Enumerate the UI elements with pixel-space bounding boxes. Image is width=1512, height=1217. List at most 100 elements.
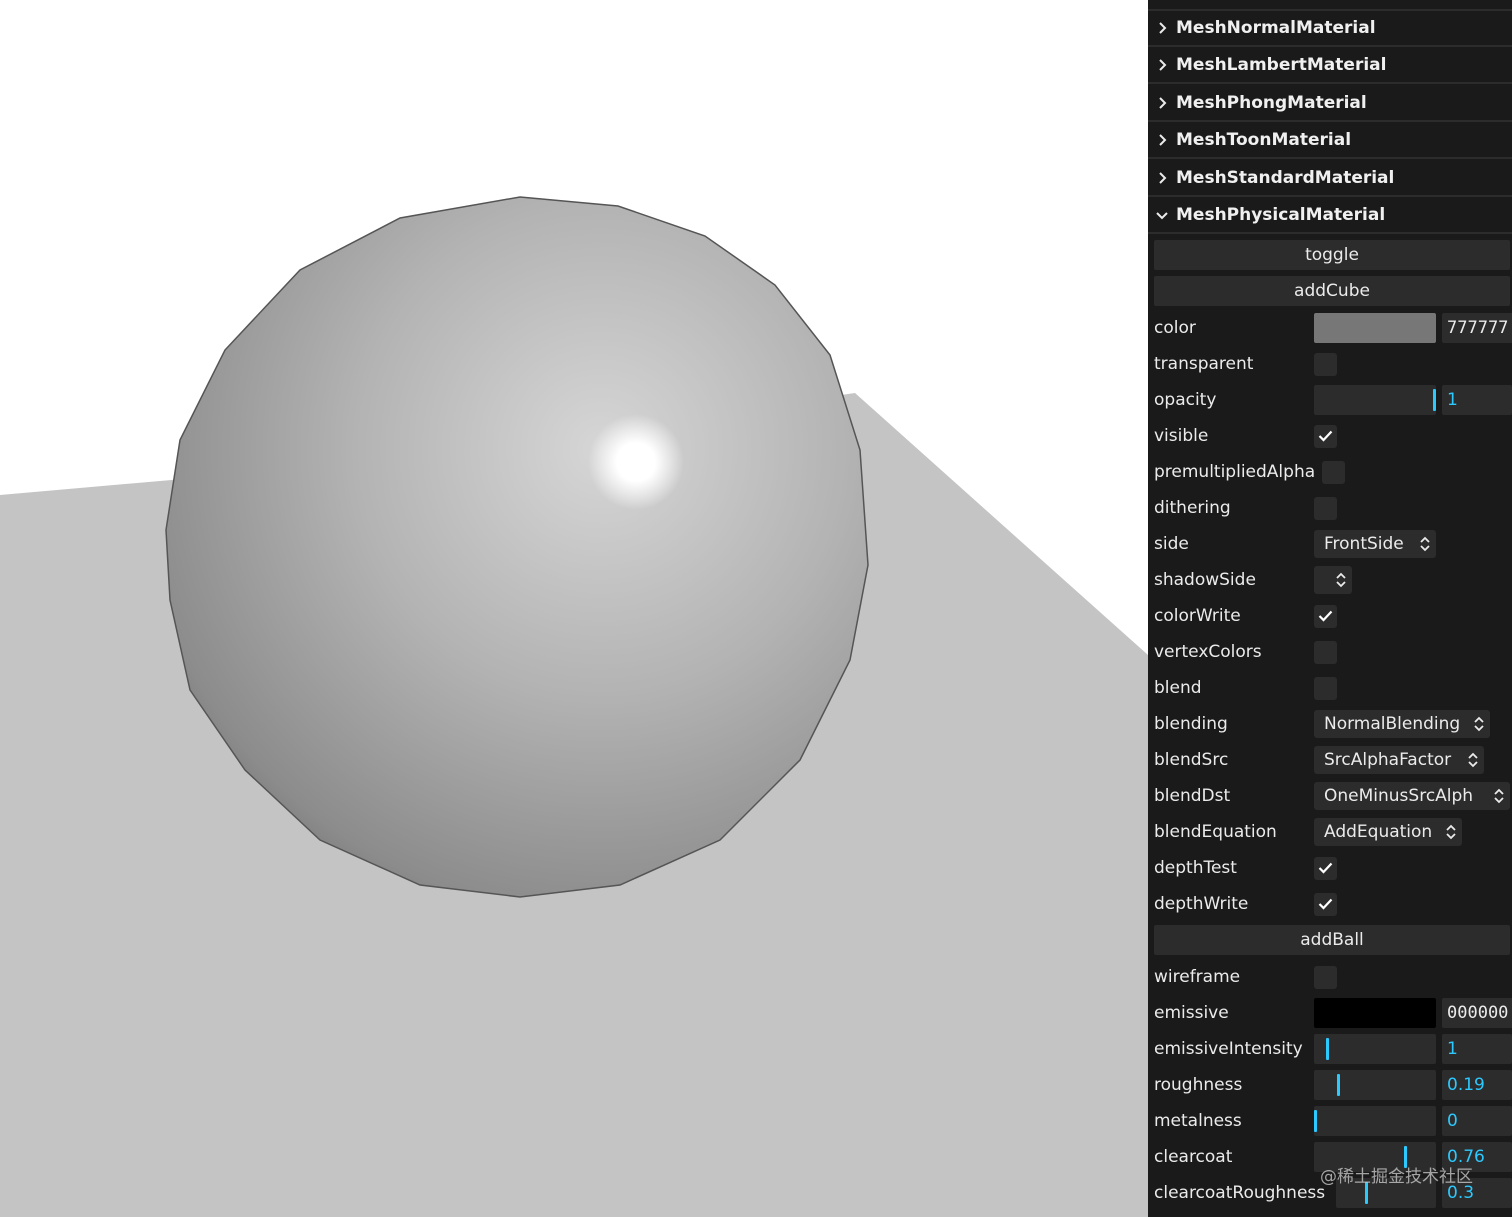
add-ball-button[interactable]: addBall (1154, 925, 1510, 955)
slider-knob[interactable] (1314, 1110, 1317, 1132)
folder-mesh-standard-material[interactable]: MeshStandardMaterial (1148, 161, 1512, 197)
metalness-input[interactable]: 0 (1442, 1106, 1512, 1136)
folder-label: MeshPhysicalMaterial (1176, 205, 1386, 225)
wireframe-checkbox[interactable] (1314, 965, 1337, 989)
row-blend-src: blendSrc SrcAlphaFactor (1148, 742, 1512, 778)
control-label: blendSrc (1154, 750, 1229, 770)
chevron-right-icon (1148, 172, 1176, 184)
folder-mesh-toon-material[interactable]: MeshToonMaterial (1148, 123, 1512, 159)
emissive-intensity-input[interactable]: 1 (1442, 1034, 1512, 1064)
row-blend-equation: blendEquation AddEquation (1148, 814, 1512, 850)
row-side: side FrontSide (1148, 526, 1512, 562)
color-swatch[interactable] (1314, 313, 1436, 343)
slider-knob[interactable] (1404, 1146, 1407, 1168)
control-label: depthTest (1154, 858, 1237, 878)
row-clearcoat-roughness: clearcoatRoughness 0.3 (1148, 1175, 1512, 1211)
row-visible: visible (1148, 418, 1512, 454)
folder-mesh-normal-material[interactable]: MeshNormalMaterial (1148, 11, 1512, 47)
control-label: depthWrite (1154, 894, 1249, 914)
row-blending: blending NormalBlending (1148, 706, 1512, 742)
checkmark-icon (1318, 862, 1333, 874)
select-arrows-icon (1468, 752, 1478, 768)
clearcoat-input[interactable]: 0.76 (1442, 1142, 1512, 1172)
toggle-button[interactable]: toggle (1154, 240, 1510, 270)
shadow-side-select[interactable] (1314, 566, 1352, 594)
blend-dst-select[interactable]: OneMinusSrcAlph (1314, 782, 1510, 810)
scene-viewport[interactable] (0, 0, 1148, 1217)
clearcoat-roughness-slider[interactable] (1336, 1178, 1436, 1208)
emissive-intensity-slider[interactable] (1314, 1034, 1436, 1064)
blend-checkbox[interactable] (1314, 676, 1337, 700)
row-depth-test: depthTest (1148, 850, 1512, 886)
color-write-checkbox[interactable] (1314, 604, 1337, 628)
roughness-input[interactable]: 0.19 (1442, 1070, 1512, 1100)
select-value: AddEquation (1324, 822, 1433, 842)
depth-write-checkbox[interactable] (1314, 892, 1337, 916)
slider-knob[interactable] (1326, 1038, 1329, 1060)
row-clearcoat: clearcoat 0.76 (1148, 1139, 1512, 1175)
premultiplied-alpha-checkbox[interactable] (1322, 460, 1345, 484)
chevron-down-icon (1148, 210, 1176, 220)
transparent-checkbox[interactable] (1314, 352, 1337, 376)
specular-highlight (588, 414, 684, 510)
select-value: FrontSide (1324, 534, 1404, 554)
dithering-checkbox[interactable] (1314, 496, 1337, 520)
chevron-right-icon (1148, 59, 1176, 71)
depth-test-checkbox[interactable] (1314, 856, 1337, 880)
control-label: side (1154, 534, 1189, 554)
clearcoat-roughness-input[interactable]: 0.3 (1442, 1178, 1512, 1208)
folder-mesh-phong-material[interactable]: MeshPhongMaterial (1148, 86, 1512, 122)
select-arrows-icon (1474, 716, 1484, 732)
select-value: SrcAlphaFactor (1324, 750, 1452, 770)
select-arrows-icon (1494, 788, 1504, 804)
slider-knob[interactable] (1365, 1182, 1368, 1204)
chevron-right-icon (1148, 22, 1176, 34)
blending-select[interactable]: NormalBlending (1314, 710, 1490, 738)
control-label: metalness (1154, 1111, 1242, 1131)
metalness-slider[interactable] (1314, 1106, 1436, 1136)
folder-mesh-physical-material[interactable]: MeshPhysicalMaterial (1148, 198, 1512, 234)
checkmark-icon (1318, 430, 1333, 442)
color-hex-input[interactable]: 777777 (1442, 313, 1512, 343)
row-color-write: colorWrite (1148, 598, 1512, 634)
row-wireframe: wireframe (1148, 959, 1512, 995)
vertex-colors-checkbox[interactable] (1314, 640, 1337, 664)
row-roughness: roughness 0.19 (1148, 1067, 1512, 1103)
add-cube-button[interactable]: addCube (1154, 276, 1510, 306)
select-value: OneMinusSrcAlph (1324, 786, 1474, 806)
control-label: transparent (1154, 354, 1254, 374)
control-label: blendEquation (1154, 822, 1277, 842)
folder-mesh-lambert-material[interactable]: MeshLambertMaterial (1148, 48, 1512, 84)
row-blend: blend (1148, 670, 1512, 706)
row-depth-write: depthWrite (1148, 886, 1512, 922)
control-label: wireframe (1154, 967, 1241, 987)
clearcoat-slider[interactable] (1314, 1142, 1436, 1172)
visible-checkbox[interactable] (1314, 424, 1337, 448)
row-emissive: emissive 000000 (1148, 995, 1512, 1031)
select-arrows-icon (1336, 572, 1346, 588)
roughness-slider[interactable] (1314, 1070, 1436, 1100)
emissive-swatch[interactable] (1314, 998, 1436, 1028)
control-label: blendDst (1154, 786, 1231, 806)
slider-knob[interactable] (1337, 1074, 1340, 1096)
blend-equation-select[interactable]: AddEquation (1314, 818, 1462, 846)
control-label: roughness (1154, 1075, 1243, 1095)
control-label: colorWrite (1154, 606, 1241, 626)
row-metalness: metalness 0 (1148, 1103, 1512, 1139)
opacity-slider[interactable] (1314, 385, 1436, 415)
emissive-hex-input[interactable]: 000000 (1442, 998, 1512, 1028)
control-label: premultipliedAlpha (1154, 462, 1316, 482)
opacity-input[interactable]: 1 (1442, 385, 1512, 415)
folder-collapsed-top[interactable] (1148, 0, 1512, 11)
folder-label: MeshNormalMaterial (1176, 18, 1376, 38)
control-label: emissiveIntensity (1154, 1039, 1303, 1059)
chevron-right-icon (1148, 134, 1176, 146)
control-label: blending (1154, 714, 1228, 734)
slider-knob[interactable] (1433, 389, 1436, 411)
control-label: opacity (1154, 390, 1217, 410)
blend-src-select[interactable]: SrcAlphaFactor (1314, 746, 1484, 774)
select-value: NormalBlending (1324, 714, 1461, 734)
control-label: blend (1154, 678, 1202, 698)
folder-label: MeshStandardMaterial (1176, 168, 1395, 188)
side-select[interactable]: FrontSide (1314, 530, 1436, 558)
